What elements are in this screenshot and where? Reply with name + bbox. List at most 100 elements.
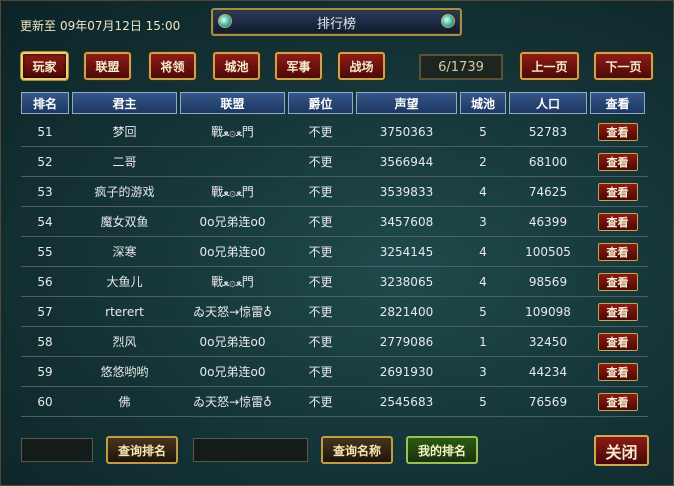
my-rank-button[interactable]: 我的排名 <box>406 436 478 464</box>
column-header-rank: 排名 <box>21 92 69 114</box>
cell-lord: 疯子的游戏 <box>94 185 155 199</box>
cell-title: 不更 <box>308 305 333 319</box>
tab-military[interactable]: 军事 <box>275 52 322 80</box>
cell-view: 查看 <box>590 117 645 146</box>
table-row: 52 二哥 不更 3566944 2 68100 查看 <box>21 147 648 177</box>
view-button[interactable]: 查看 <box>597 182 638 201</box>
cell-alliance: 戰ﻌ۞ﻌ門 <box>211 185 254 199</box>
prev-page-button[interactable]: 上一页 <box>520 52 579 80</box>
table-row: 58 烈风 0o兄弟连o0 不更 2779086 1 32450 查看 <box>21 327 648 357</box>
ranking-table: 排名 君主 联盟 爵位 声望 城池 人口 查看 51 梦回 戰ﻌ۞ﻌ門 不更 3… <box>21 92 648 417</box>
view-button[interactable]: 查看 <box>597 272 638 291</box>
view-button[interactable]: 查看 <box>597 122 638 141</box>
cell-cities: 4 <box>479 274 487 289</box>
cell-population: 68100 <box>528 154 568 169</box>
cell-title: 不更 <box>308 275 333 289</box>
cell-cities: 3 <box>479 364 487 379</box>
cell-cities: 2 <box>479 154 487 169</box>
cell-rank: 58 <box>37 334 53 349</box>
cell-alliance: 0o兄弟连o0 <box>199 215 266 229</box>
cell-rank: 60 <box>37 394 53 409</box>
update-label: 更新至 <box>20 19 57 33</box>
view-button[interactable]: 查看 <box>597 212 638 231</box>
cell-rank: 54 <box>37 214 53 229</box>
rank-search-input[interactable] <box>21 438 93 462</box>
cell-prestige: 2779086 <box>379 334 434 349</box>
cell-population: 74625 <box>528 184 568 199</box>
cell-lord: 大鱼儿 <box>106 275 143 289</box>
query-name-button[interactable]: 查询名称 <box>321 436 393 464</box>
cell-population: 76569 <box>528 394 568 409</box>
table-row: 55 深寒 0o兄弟连o0 不更 3254145 4 100505 查看 <box>21 237 648 267</box>
table-row: 60 佛 ゐ天怒→惊雷♁ 不更 2545683 5 76569 查看 <box>21 387 648 417</box>
cell-title: 不更 <box>308 245 333 259</box>
cell-prestige: 3750363 <box>379 124 434 139</box>
name-search-input[interactable] <box>193 438 308 462</box>
query-rank-button[interactable]: 查询排名 <box>106 436 178 464</box>
cell-rank: 53 <box>37 184 53 199</box>
tab-alliances[interactable]: 联盟 <box>84 52 131 80</box>
column-header-cities: 城池 <box>460 92 506 114</box>
cell-lord: 烈风 <box>112 335 137 349</box>
table-row: 51 梦回 戰ﻌ۞ﻌ門 不更 3750363 5 52783 查看 <box>21 117 648 147</box>
cell-population: 46399 <box>528 214 568 229</box>
tab-battlefield[interactable]: 战场 <box>338 52 385 80</box>
tab-cities[interactable]: 城池 <box>213 52 260 80</box>
view-button[interactable]: 查看 <box>597 362 638 381</box>
tab-players[interactable]: 玩家 <box>21 52 68 80</box>
view-button[interactable]: 查看 <box>597 392 638 411</box>
cell-population: 52783 <box>528 124 568 139</box>
cell-title: 不更 <box>308 155 333 169</box>
column-header-lord: 君主 <box>72 92 177 114</box>
cell-cities: 5 <box>479 304 487 319</box>
gem-ornament-icon <box>441 14 455 28</box>
cell-view: 查看 <box>590 357 645 386</box>
table-row: 53 疯子的游戏 戰ﻌ۞ﻌ門 不更 3539833 4 74625 查看 <box>21 177 648 207</box>
cell-lord: 悠悠哟哟 <box>100 365 149 379</box>
tab-generals[interactable]: 将领 <box>149 52 196 80</box>
cell-rank: 55 <box>37 244 53 259</box>
cell-lord: rterert <box>105 304 144 319</box>
cell-rank: 51 <box>37 124 53 139</box>
cell-view: 查看 <box>590 387 645 416</box>
cell-rank: 59 <box>37 364 53 379</box>
cell-prestige: 2821400 <box>379 304 434 319</box>
cell-prestige: 2691930 <box>379 364 434 379</box>
cell-cities: 1 <box>479 334 487 349</box>
view-button[interactable]: 查看 <box>597 242 638 261</box>
table-row: 56 大鱼儿 戰ﻌ۞ﻌ門 不更 3238065 4 98569 查看 <box>21 267 648 297</box>
view-button[interactable]: 查看 <box>597 302 638 321</box>
view-button[interactable]: 查看 <box>597 332 638 351</box>
view-button[interactable]: 查看 <box>597 152 638 171</box>
cell-population: 109098 <box>525 304 571 319</box>
cell-prestige: 3254145 <box>379 244 434 259</box>
column-header-population: 人口 <box>509 92 587 114</box>
cell-rank: 52 <box>37 154 53 169</box>
next-page-button[interactable]: 下一页 <box>594 52 653 80</box>
cell-alliance: ゐ天怒→惊雷♁ <box>193 395 272 409</box>
cell-alliance: 0o兄弟连o0 <box>199 365 266 379</box>
cell-view: 查看 <box>590 207 645 236</box>
cell-prestige: 3238065 <box>379 274 434 289</box>
cell-population: 98569 <box>528 274 568 289</box>
page-indicator: 6/1739 <box>419 54 503 80</box>
cell-prestige: 3457608 <box>379 214 434 229</box>
cell-alliance: 0o兄弟连o0 <box>199 245 266 259</box>
cell-title: 不更 <box>308 125 333 139</box>
cell-cities: 4 <box>479 184 487 199</box>
table-row: 59 悠悠哟哟 0o兄弟连o0 不更 2691930 3 44234 查看 <box>21 357 648 387</box>
cell-view: 查看 <box>590 327 645 356</box>
column-header-prestige: 声望 <box>356 92 457 114</box>
cell-alliance: 戰ﻌ۞ﻌ門 <box>211 275 254 289</box>
cell-lord: 梦回 <box>112 125 137 139</box>
column-header-view: 查看 <box>590 92 645 114</box>
title-plaque: 排行榜 <box>211 8 462 36</box>
close-button[interactable]: 关闭 <box>594 435 649 466</box>
cell-lord: 魔女双鱼 <box>100 215 149 229</box>
cell-population: 44234 <box>528 364 568 379</box>
window-title: 排行榜 <box>316 17 356 32</box>
cell-view: 查看 <box>590 267 645 296</box>
cell-view: 查看 <box>590 237 645 266</box>
cell-title: 不更 <box>308 335 333 349</box>
cell-rank: 57 <box>37 304 53 319</box>
